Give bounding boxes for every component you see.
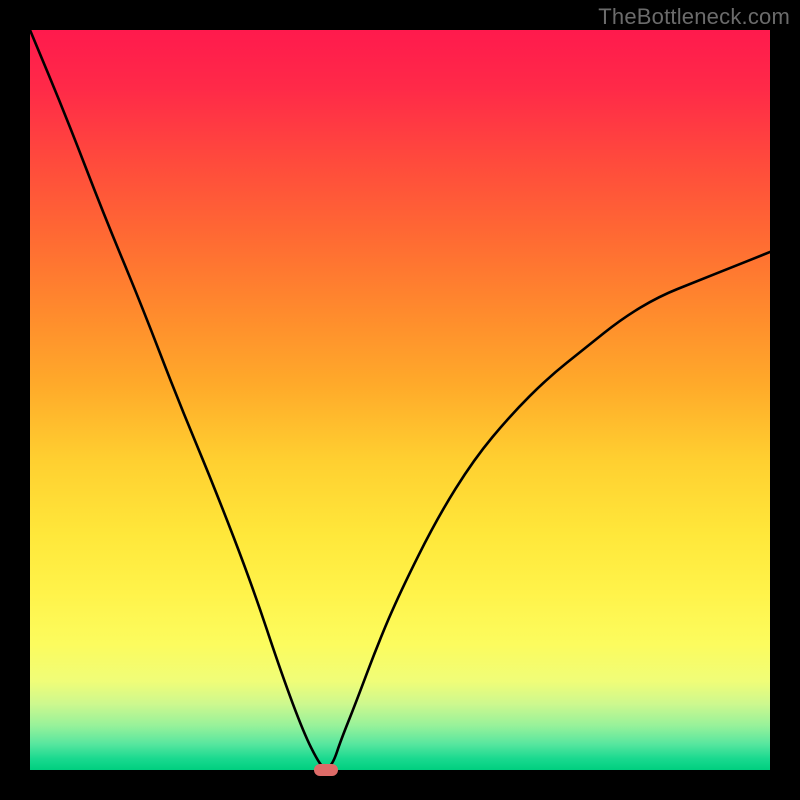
chart-frame: TheBottleneck.com: [0, 0, 800, 800]
curve-svg: [30, 30, 770, 770]
bottleneck-curve-path: [30, 30, 770, 768]
plot-area: [30, 30, 770, 770]
valley-marker: [314, 764, 338, 776]
watermark-text: TheBottleneck.com: [598, 4, 790, 30]
